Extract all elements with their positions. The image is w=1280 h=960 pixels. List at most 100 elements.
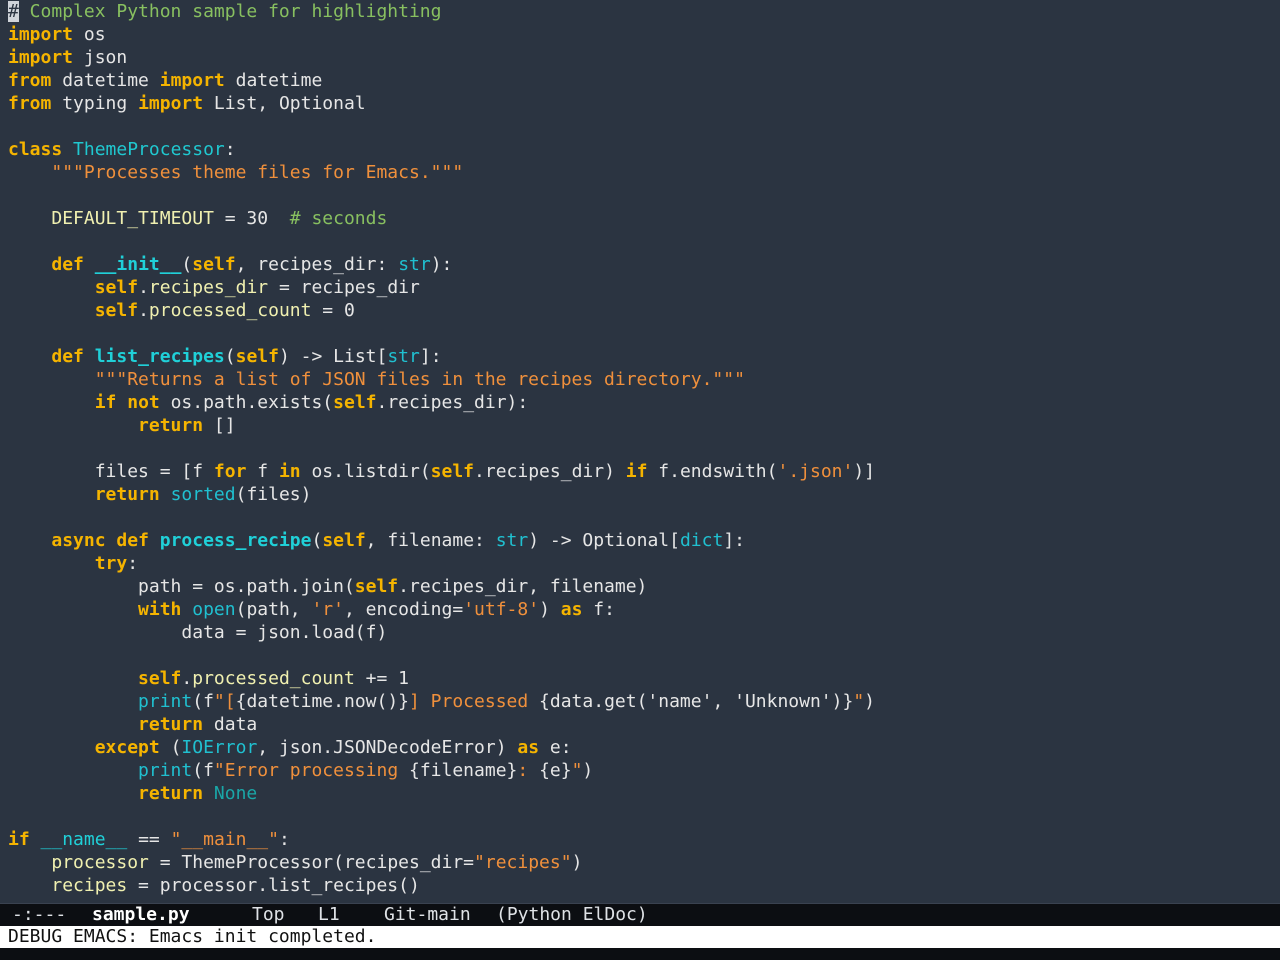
code-token: "Error processing xyxy=(213,760,409,781)
code-token: " xyxy=(853,691,865,712)
code-line[interactable]: if __name__ == "__main__": xyxy=(8,828,1280,851)
code-token: "recipes" xyxy=(474,852,572,873)
minibuffer[interactable]: DEBUG EMACS: Emacs init completed. xyxy=(0,926,1280,948)
code-token: __init__ xyxy=(94,254,182,275)
code-token: async xyxy=(51,530,106,551)
code-line[interactable]: self.recipes_dir = recipes_dir xyxy=(8,276,1280,299)
code-token: [] xyxy=(203,415,236,436)
code-token: str xyxy=(495,530,529,551)
code-line[interactable]: def __init__(self, recipes_dir: str): xyxy=(8,253,1280,276)
code-line[interactable]: DEFAULT_TIMEOUT = 30 # seconds xyxy=(8,207,1280,230)
code-line[interactable]: with open(path, 'r', encoding='utf-8') a… xyxy=(8,598,1280,621)
code-line[interactable] xyxy=(8,506,1280,529)
code-token: with xyxy=(138,599,182,620)
code-line[interactable]: except (IOError, json.JSONDecodeError) a… xyxy=(8,736,1280,759)
code-token: processed_count xyxy=(148,300,312,321)
code-line[interactable]: return data xyxy=(8,713,1280,736)
code-token: (files) xyxy=(235,484,312,505)
code-line[interactable]: def list_recipes(self) -> List[str]: xyxy=(8,345,1280,368)
code-token: os xyxy=(73,24,106,45)
code-token: . xyxy=(138,277,149,298)
code-token: f xyxy=(246,461,279,482)
code-token: : xyxy=(517,760,540,781)
code-line[interactable]: try: xyxy=(8,552,1280,575)
code-line[interactable]: """Returns a list of JSON files in the r… xyxy=(8,368,1280,391)
modeline-major-mode[interactable]: (Python ElDoc) xyxy=(496,904,648,926)
code-token: e: xyxy=(539,737,572,758)
code-line[interactable]: # Complex Python sample for highlighting xyxy=(8,0,1280,23)
code-line[interactable]: class ThemeProcessor: xyxy=(8,138,1280,161)
code-line[interactable]: import os xyxy=(8,23,1280,46)
modeline-buffer-name[interactable]: sample.py xyxy=(92,904,252,926)
code-line[interactable]: self.processed_count = 0 xyxy=(8,299,1280,322)
code-token: DEFAULT_TIMEOUT xyxy=(51,208,214,229)
code-token: ( xyxy=(159,737,182,758)
code-token: datetime xyxy=(224,70,323,91)
code-token: import xyxy=(8,47,74,68)
code-line[interactable]: recipes = processor.list_recipes() xyxy=(8,874,1280,897)
code-token: .recipes_dir, filename) xyxy=(398,576,648,597)
code-token: from xyxy=(8,70,52,91)
code-line[interactable]: async def process_recipe(self, filename:… xyxy=(8,529,1280,552)
code-token: json xyxy=(73,47,128,68)
code-line[interactable]: files = [f for f in os.listdir(self.reci… xyxy=(8,460,1280,483)
code-line[interactable] xyxy=(8,644,1280,667)
code-token: 'utf-8' xyxy=(463,599,540,620)
code-token: not xyxy=(127,392,160,413)
code-line[interactable]: return [] xyxy=(8,414,1280,437)
code-line[interactable]: return None xyxy=(8,782,1280,805)
code-line[interactable]: from typing import List, Optional xyxy=(8,92,1280,115)
code-line[interactable]: path = os.path.join(self.recipes_dir, fi… xyxy=(8,575,1280,598)
code-token: def xyxy=(51,346,84,367)
code-line[interactable]: if not os.path.exists(self.recipes_dir): xyxy=(8,391,1280,414)
code-token: typing xyxy=(51,93,139,114)
code-token: 'r' xyxy=(311,599,344,620)
code-token: , encoding= xyxy=(343,599,464,620)
code-token: return xyxy=(138,783,204,804)
code-token: self xyxy=(333,392,377,413)
code-token: f.endswith( xyxy=(647,461,778,482)
code-line[interactable]: data = json.load(f) xyxy=(8,621,1280,644)
code-line[interactable] xyxy=(8,437,1280,460)
code-line[interactable] xyxy=(8,805,1280,828)
code-token: " xyxy=(571,760,583,781)
code-token: if xyxy=(625,461,648,482)
code-line[interactable]: processor = ThemeProcessor(recipes_dir="… xyxy=(8,851,1280,874)
modeline-vc-branch[interactable]: Git-main xyxy=(384,904,496,926)
code-line[interactable]: import json xyxy=(8,46,1280,69)
code-line[interactable] xyxy=(8,230,1280,253)
code-line[interactable]: from datetime import datetime xyxy=(8,69,1280,92)
code-token: += 1 xyxy=(354,668,409,689)
code-token: )] xyxy=(853,461,876,482)
code-line[interactable]: print(f"Error processing {filename}: {e}… xyxy=(8,759,1280,782)
code-line[interactable]: return sorted(files) xyxy=(8,483,1280,506)
code-token: recipes xyxy=(51,875,128,896)
code-buffer[interactable]: # Complex Python sample for highlighting… xyxy=(8,0,1280,901)
code-line[interactable] xyxy=(8,322,1280,345)
code-token: ) xyxy=(582,760,594,781)
code-token: = 30 xyxy=(213,208,290,229)
code-token: : xyxy=(224,139,236,160)
code-token: def xyxy=(51,254,84,275)
code-line[interactable]: """Processes theme files for Emacs.""" xyxy=(8,161,1280,184)
code-line[interactable] xyxy=(8,115,1280,138)
code-line[interactable] xyxy=(8,184,1280,207)
code-line[interactable]: print(f"[{datetime.now()}] Processed {da… xyxy=(8,690,1280,713)
modeline-line-number: L1 xyxy=(318,904,340,925)
code-line[interactable]: self.processed_count += 1 xyxy=(8,667,1280,690)
